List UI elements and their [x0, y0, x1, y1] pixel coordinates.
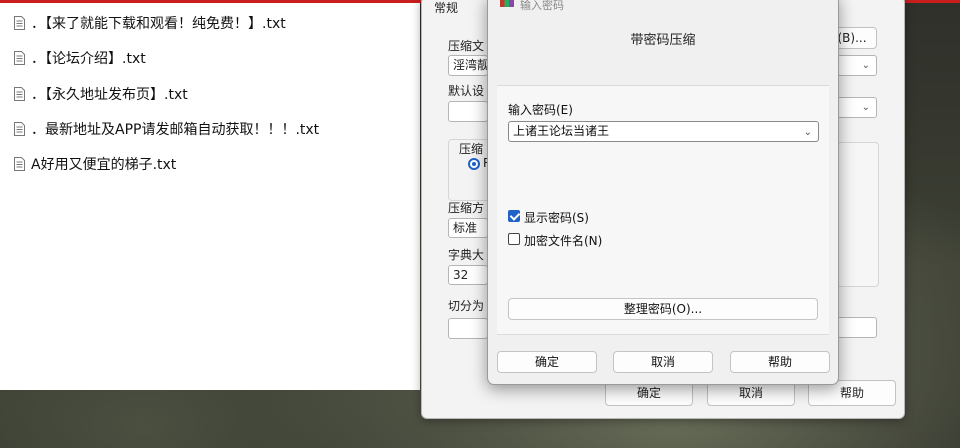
file-name: A好用又便宜的梯子.txt	[31, 157, 177, 173]
update-mode-select[interactable]: ⌄	[837, 55, 877, 76]
dialog-heading: 带密码压缩	[630, 33, 696, 48]
dictionary-select[interactable]: 32	[448, 265, 488, 285]
text-file-icon	[14, 122, 25, 136]
password-dialog: 输入密码 带密码压缩 输入密码(E) 上诸王论坛当诸王 ⌄ 显示密码(S) 加密…	[487, 0, 839, 385]
rar-radio[interactable]	[468, 158, 480, 170]
password-label: 输入密码(E)	[508, 103, 573, 117]
winrar-app-icon	[500, 0, 514, 7]
tab-general[interactable]: 常规	[434, 0, 458, 16]
method-label: 压缩方	[448, 201, 485, 215]
profile-select[interactable]	[448, 101, 488, 122]
options-group	[837, 142, 879, 287]
window-title: 输入密码	[520, 0, 564, 12]
file-list-panel: ．【来了就能下载和观看！纯免费！】.txt ．【论坛介绍】.txt ．【永久地址…	[0, 3, 420, 390]
cancel-button[interactable]: 取消	[613, 351, 713, 373]
right-input[interactable]	[837, 317, 877, 338]
archive-name-label: 压缩文	[448, 39, 485, 53]
file-name: ．【来了就能下载和观看！纯免费！】.txt	[31, 16, 286, 32]
file-name: ．【论坛介绍】.txt	[31, 51, 146, 67]
file-name: ．【永久地址发布页】.txt	[31, 87, 188, 103]
split-label: 切分为	[448, 299, 485, 313]
encrypt-filenames-checkbox[interactable]	[508, 233, 520, 245]
password-value: 上诸王论坛当诸王	[513, 124, 610, 138]
title-bar[interactable]: 输入密码	[488, 0, 838, 12]
chevron-down-icon: ⌄	[861, 60, 870, 71]
text-file-icon	[14, 87, 25, 101]
text-file-icon	[14, 157, 25, 171]
ok-button[interactable]: 确定	[497, 351, 597, 373]
file-item[interactable]: ．最新地址及APP请发邮箱自动获取！！！.txt	[14, 119, 319, 139]
help-button[interactable]: 帮助	[730, 351, 830, 373]
file-item[interactable]: A好用又便宜的梯子.txt	[14, 154, 176, 174]
encrypt-filenames-label[interactable]: 加密文件名(N)	[524, 232, 602, 249]
organize-passwords-button[interactable]: 整理密码(O)...	[508, 298, 818, 320]
default-profile-label: 默认设	[448, 84, 485, 98]
archive-name-input[interactable]: 淫湾靓	[448, 55, 488, 76]
text-file-icon	[14, 16, 25, 30]
split-input[interactable]	[448, 318, 488, 339]
text-file-icon	[14, 51, 25, 65]
file-name: ．最新地址及APP请发邮箱自动获取！！！.txt	[31, 122, 320, 138]
password-input[interactable]: 上诸王论坛当诸王 ⌄	[508, 121, 819, 142]
method-select[interactable]: 标准	[448, 218, 488, 238]
show-password-label[interactable]: 显示密码(S)	[524, 209, 589, 226]
chevron-down-icon: ⌄	[861, 102, 870, 113]
file-item[interactable]: ．【永久地址发布页】.txt	[14, 84, 188, 104]
file-item[interactable]: ．【来了就能下载和观看！纯免费！】.txt	[14, 13, 286, 33]
file-item[interactable]: ．【论坛介绍】.txt	[14, 48, 146, 68]
options-select[interactable]: ⌄	[837, 97, 877, 118]
chevron-down-icon[interactable]: ⌄	[804, 123, 812, 142]
dictionary-label: 字典大	[448, 248, 485, 262]
show-password-checkbox[interactable]	[508, 210, 520, 222]
format-group-label: 压缩	[459, 142, 484, 156]
